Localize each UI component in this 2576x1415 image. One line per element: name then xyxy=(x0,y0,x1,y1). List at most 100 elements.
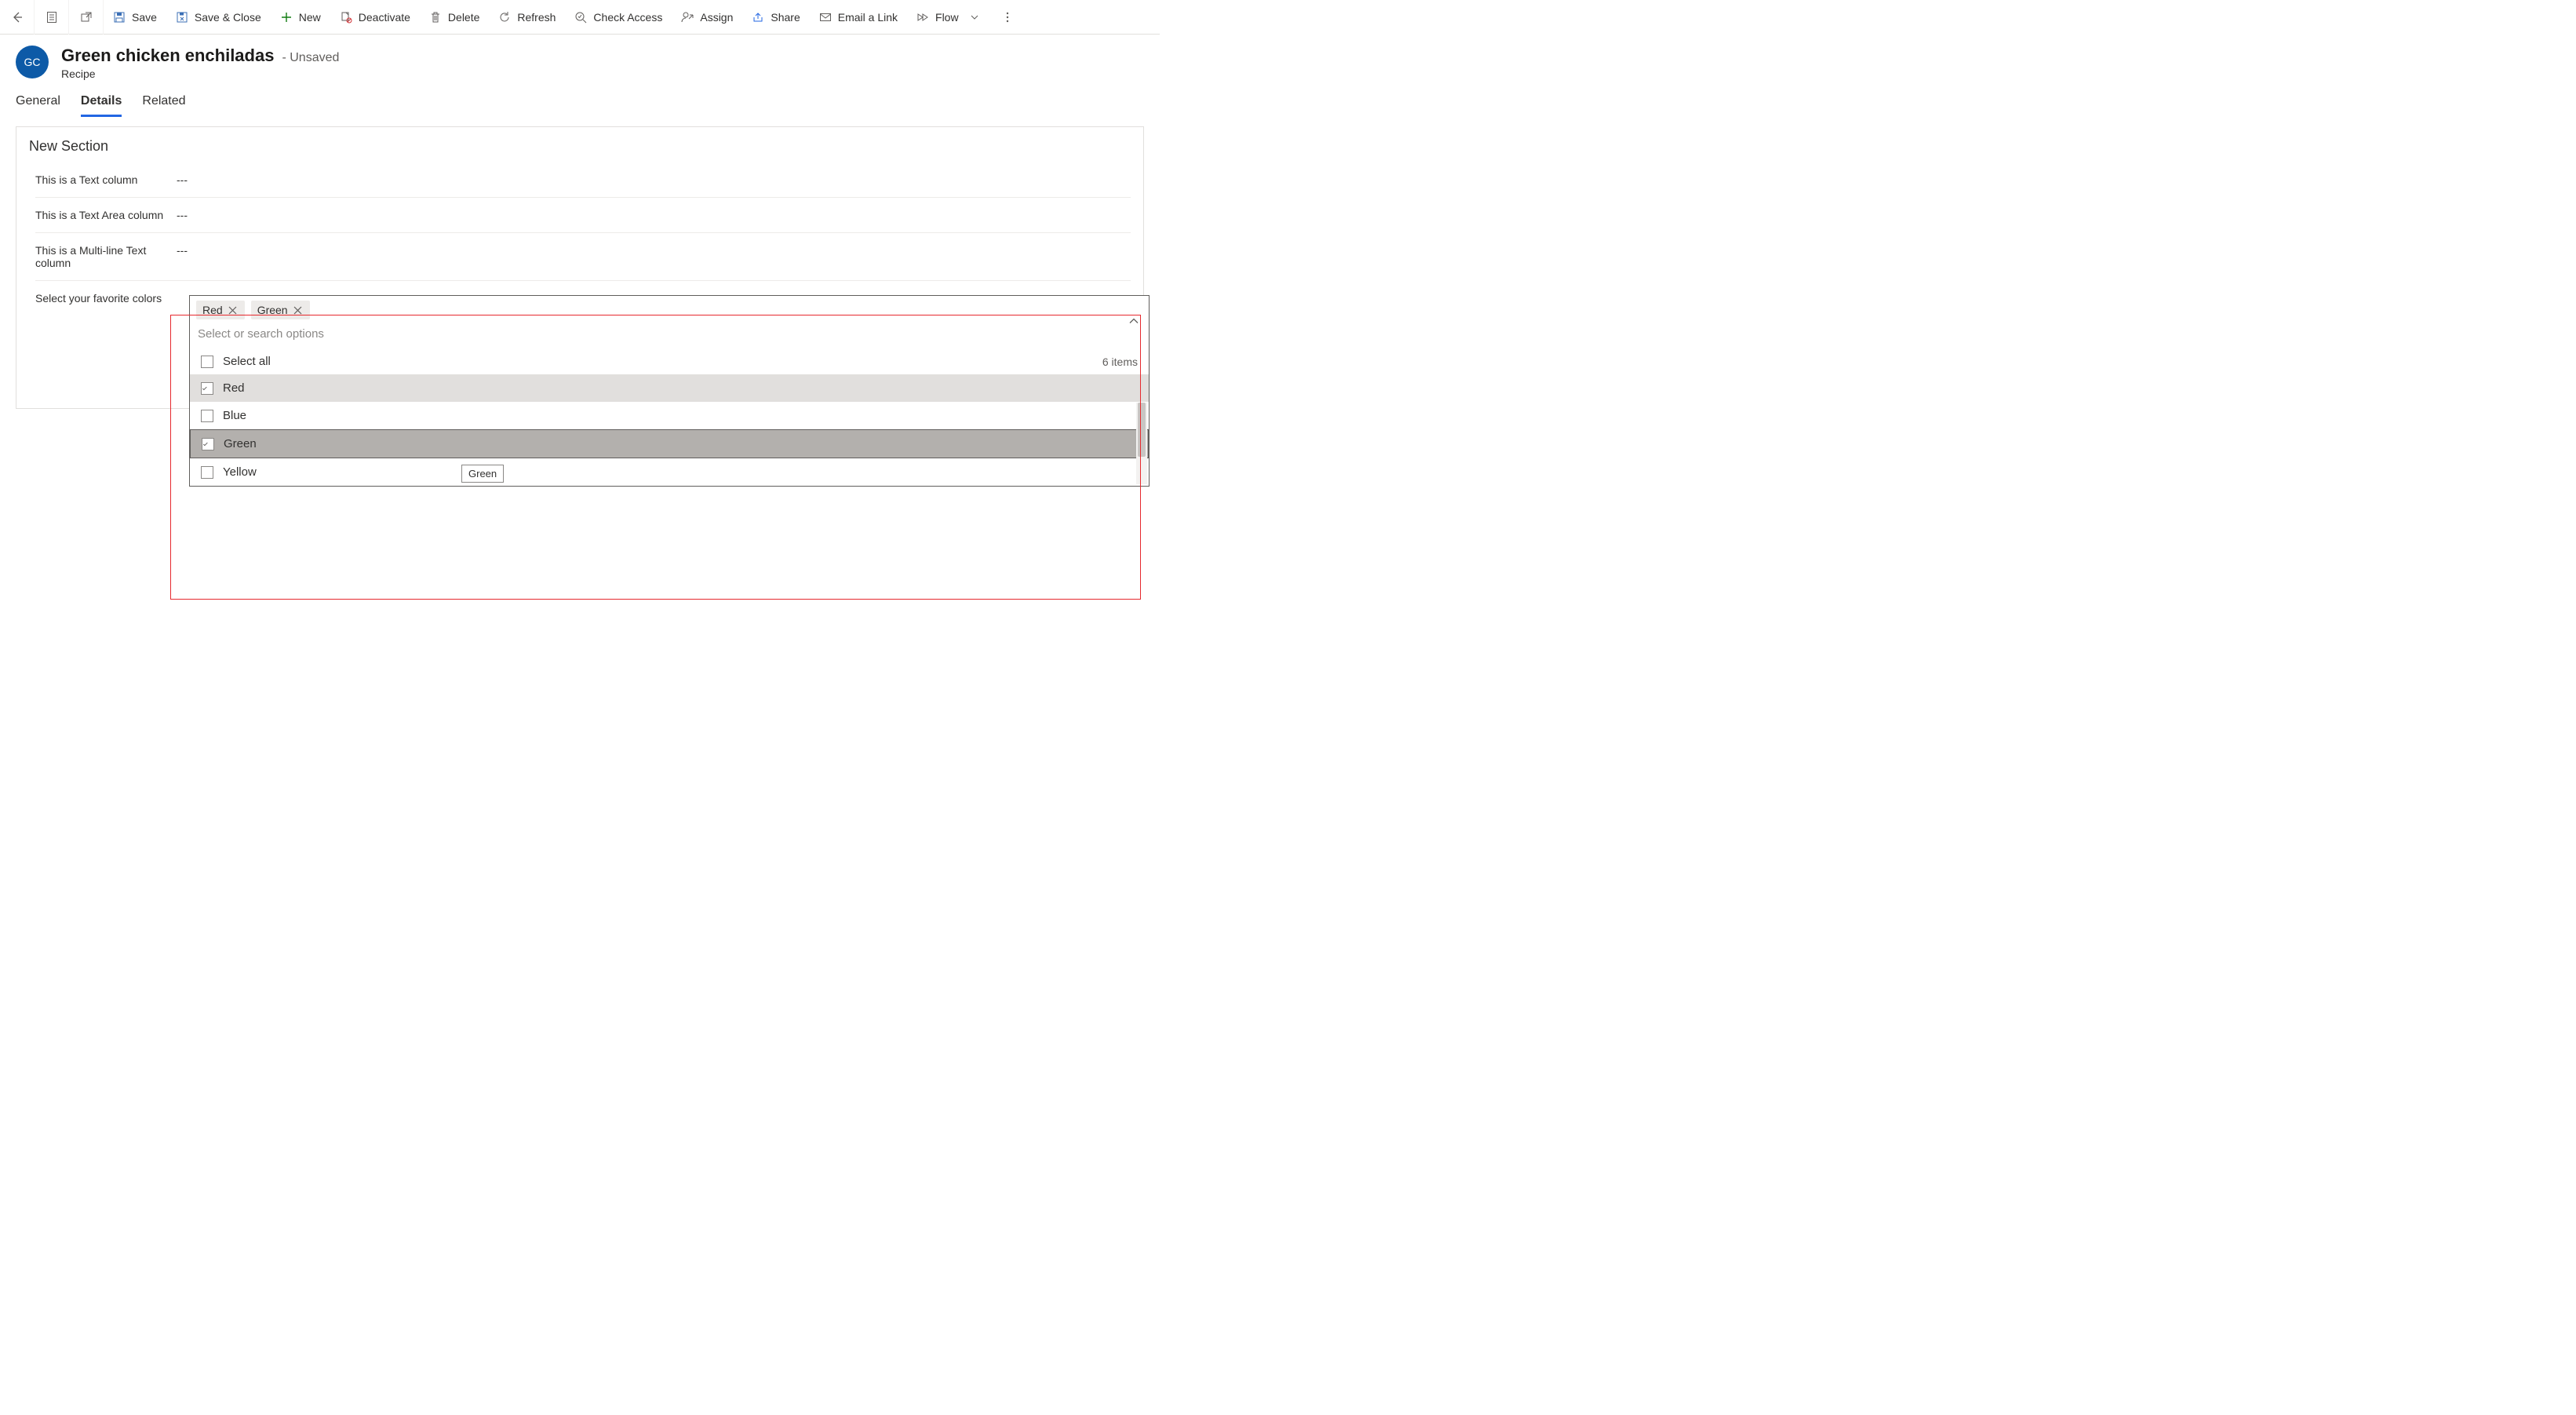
field-row-multiline: This is a Multi-line Text column --- xyxy=(35,233,1131,281)
flow-button[interactable]: Flow xyxy=(907,0,989,35)
refresh-button[interactable]: Refresh xyxy=(489,0,565,35)
tab-related[interactable]: Related xyxy=(142,94,185,117)
field-value[interactable]: --- xyxy=(177,244,1131,257)
back-icon xyxy=(11,11,24,24)
save-close-icon xyxy=(176,11,188,24)
assign-button[interactable]: Assign xyxy=(672,0,742,35)
remove-pill-button[interactable] xyxy=(228,305,239,315)
item-count: 6 items xyxy=(1102,356,1138,368)
option-label: Red xyxy=(223,381,245,395)
multiselect-control: Red Green xyxy=(189,295,1150,487)
pill-label: Red xyxy=(202,304,223,316)
field-label: This is a Text Area column xyxy=(35,209,177,221)
avatar: GC xyxy=(16,46,49,78)
form-tabs: General Details Related xyxy=(0,80,1160,117)
save-close-button[interactable]: Save & Close xyxy=(166,0,271,35)
scroll-thumb[interactable] xyxy=(1138,403,1146,457)
field-label: This is a Text column xyxy=(35,173,177,186)
popout-button[interactable] xyxy=(69,0,104,35)
option-checkbox[interactable] xyxy=(201,466,213,479)
close-icon xyxy=(293,306,302,315)
check-access-icon xyxy=(574,11,587,24)
command-bar: Save Save & Close New Deactivate Delete … xyxy=(0,0,1160,35)
option-green[interactable]: Green xyxy=(190,429,1149,458)
flow-label: Flow xyxy=(935,11,959,24)
delete-button[interactable]: Delete xyxy=(420,0,489,35)
select-all-label[interactable]: Select all xyxy=(223,355,271,368)
field-label: Select your favorite colors xyxy=(35,292,177,305)
share-label: Share xyxy=(771,11,800,24)
tab-details[interactable]: Details xyxy=(81,94,122,117)
new-button[interactable]: New xyxy=(271,0,330,35)
unsaved-label: - Unsaved xyxy=(282,51,339,65)
collapse-button[interactable] xyxy=(1128,315,1139,329)
option-checkbox[interactable] xyxy=(201,410,213,422)
close-icon xyxy=(228,306,237,315)
deactivate-button[interactable]: Deactivate xyxy=(330,0,420,35)
delete-label: Delete xyxy=(448,11,479,24)
multiselect-input-box[interactable]: Red Green xyxy=(189,295,1150,349)
pill-green[interactable]: Green xyxy=(251,301,310,319)
check-access-label: Check Access xyxy=(593,11,662,24)
new-label: New xyxy=(299,11,321,24)
email-link-button[interactable]: Email a Link xyxy=(810,0,907,35)
option-label: Green xyxy=(224,437,257,450)
select-all-checkbox[interactable] xyxy=(201,356,213,368)
record-set-button[interactable] xyxy=(35,0,69,35)
option-blue[interactable]: Blue xyxy=(190,402,1149,429)
field-row-text: This is a Text column --- xyxy=(35,162,1131,198)
email-link-label: Email a Link xyxy=(838,11,898,24)
save-close-label: Save & Close xyxy=(195,11,261,24)
chevron-up-icon xyxy=(1128,315,1139,326)
multiselect-search-input[interactable] xyxy=(196,324,1117,344)
page-title: Green chicken enchiladas xyxy=(61,46,274,66)
more-vertical-icon xyxy=(1001,11,1014,24)
plus-icon xyxy=(280,11,293,24)
save-label: Save xyxy=(132,11,157,24)
field-row-textarea: This is a Text Area column --- xyxy=(35,198,1131,233)
chevron-down-icon xyxy=(970,13,979,22)
form-section: New Section This is a Text column --- Th… xyxy=(16,126,1144,409)
more-commands-button[interactable] xyxy=(992,0,1023,35)
section-title: New Section xyxy=(16,127,1143,162)
option-label: Yellow xyxy=(223,465,257,479)
list-icon xyxy=(46,11,58,24)
option-red[interactable]: Red xyxy=(190,374,1149,402)
tooltip: Green xyxy=(461,465,504,483)
avatar-initials: GC xyxy=(24,56,41,68)
deactivate-label: Deactivate xyxy=(359,11,410,24)
check-access-button[interactable]: Check Access xyxy=(565,0,672,35)
option-checkbox[interactable] xyxy=(201,382,213,395)
share-icon xyxy=(752,11,764,24)
email-icon xyxy=(819,11,832,24)
selected-pills: Red Green xyxy=(196,301,1117,319)
deactivate-icon xyxy=(340,11,352,24)
dropdown-scrollbar[interactable] xyxy=(1136,403,1147,484)
assign-label: Assign xyxy=(700,11,733,24)
record-header: GC Green chicken enchiladas - Unsaved Re… xyxy=(0,35,1160,80)
assign-icon xyxy=(681,11,694,24)
field-label: This is a Multi-line Text column xyxy=(35,244,177,269)
save-button[interactable]: Save xyxy=(104,0,166,35)
option-label: Blue xyxy=(223,409,246,422)
multiselect-dropdown: Select all 6 items Red Blue xyxy=(189,348,1150,487)
entity-type: Recipe xyxy=(61,67,339,80)
share-button[interactable]: Share xyxy=(742,0,809,35)
field-value[interactable]: --- xyxy=(177,209,1131,221)
dropdown-header: Select all 6 items xyxy=(190,348,1149,374)
option-yellow[interactable]: Yellow xyxy=(190,458,1149,486)
dropdown-options: Red Blue Green Yellow xyxy=(190,374,1149,486)
trash-icon xyxy=(429,11,442,24)
refresh-label: Refresh xyxy=(517,11,556,24)
flow-icon xyxy=(916,11,929,24)
option-checkbox[interactable] xyxy=(202,438,214,450)
field-value[interactable]: --- xyxy=(177,173,1131,186)
pill-red[interactable]: Red xyxy=(196,301,245,319)
pill-label: Green xyxy=(257,304,288,316)
refresh-icon xyxy=(498,11,511,24)
tab-general[interactable]: General xyxy=(16,94,60,117)
back-button[interactable] xyxy=(0,0,35,35)
popout-icon xyxy=(80,11,93,24)
remove-pill-button[interactable] xyxy=(293,305,304,315)
save-icon xyxy=(113,11,126,24)
